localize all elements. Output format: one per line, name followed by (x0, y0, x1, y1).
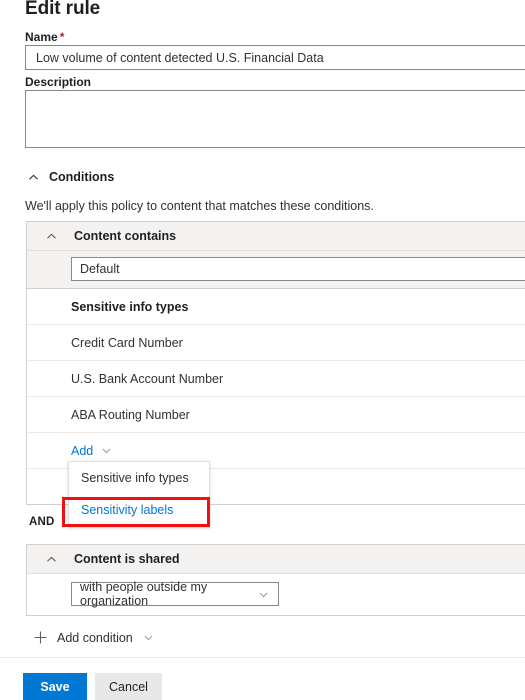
add-condition-label: Add condition (57, 630, 133, 645)
plus-icon (33, 630, 48, 645)
list-item-label: Credit Card Number (71, 335, 183, 350)
list-item-label: U.S. Bank Account Number (71, 371, 224, 386)
content-contains-header[interactable]: Content contains (27, 222, 525, 251)
required-asterisk: * (59, 30, 65, 44)
table-row[interactable]: ABA Routing Number (27, 397, 525, 433)
description-textarea[interactable] (25, 90, 525, 148)
chevron-down-icon (257, 588, 270, 601)
shared-scope-select[interactable]: with people outside my organization (71, 580, 279, 608)
table-row[interactable]: Credit Card Number (27, 325, 525, 361)
add-button-label: Add (71, 443, 94, 458)
content-group-select-value: Default (80, 262, 120, 276)
add-condition-button[interactable]: Add condition (33, 630, 155, 645)
chevron-up-icon (45, 230, 58, 243)
content-is-shared-label: Content is shared (74, 552, 180, 566)
menu-item-sensitivity-labels[interactable]: Sensitivity labels (69, 494, 209, 526)
table-row[interactable]: U.S. Bank Account Number (27, 361, 525, 397)
content-is-shared-panel: Content is shared with people outside my… (26, 544, 525, 616)
shared-scope-select-value: with people outside my organization (80, 580, 208, 608)
sensitive-info-types-header-label: Sensitive info types (71, 299, 189, 314)
menu-item-sensitive-info-types[interactable]: Sensitive info types (69, 462, 209, 494)
and-connector-label: AND (29, 516, 55, 528)
content-is-shared-header[interactable]: Content is shared (27, 545, 525, 574)
conditions-description: We'll apply this policy to content that … (25, 199, 374, 213)
page-title: Edit rule (25, 0, 101, 19)
content-contains-label: Content contains (74, 229, 177, 243)
name-label-text: Name (25, 30, 58, 44)
chevron-up-icon (27, 171, 40, 184)
conditions-header-label: Conditions (49, 170, 115, 184)
name-input[interactable] (25, 45, 525, 70)
footer-divider (0, 657, 525, 658)
edit-rule-panel: Edit rule Name* Description Conditions W… (0, 0, 525, 700)
name-field-label: Name * (25, 30, 64, 44)
chevron-up-icon (45, 553, 58, 566)
content-is-shared-body: with people outside my organization (27, 574, 525, 615)
list-item-label: ABA Routing Number (71, 407, 190, 422)
description-field-label: Description (25, 75, 92, 89)
add-button[interactable]: Add (71, 444, 113, 458)
content-group-select[interactable]: Default (71, 257, 525, 281)
content-group-row: Default (27, 251, 525, 289)
sensitive-info-types-header: Sensitive info types (27, 289, 525, 325)
chevron-down-icon (142, 631, 155, 644)
save-button[interactable]: Save (23, 673, 87, 700)
cancel-button[interactable]: Cancel (95, 673, 162, 700)
conditions-section-header[interactable]: Conditions (27, 170, 114, 184)
add-dropdown-menu: Sensitive info types Sensitivity labels (68, 461, 210, 527)
chevron-down-icon (100, 444, 113, 457)
